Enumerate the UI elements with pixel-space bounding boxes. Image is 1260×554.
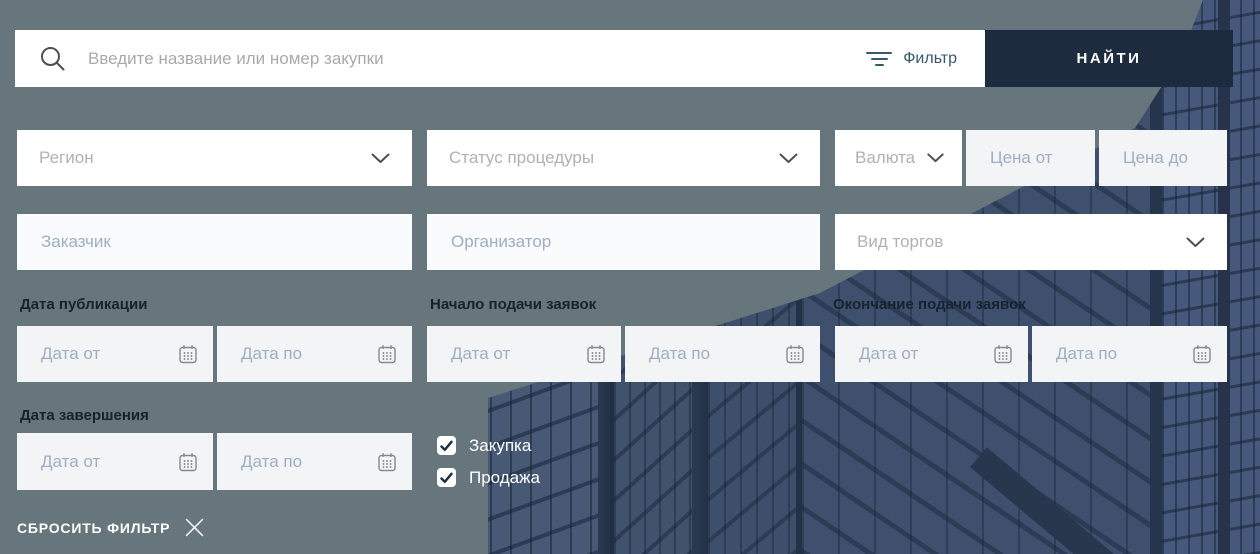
trade-type-select[interactable]: Вид торгов: [835, 214, 1227, 270]
region-select[interactable]: Регион: [17, 130, 412, 186]
chevron-down-icon: [779, 153, 798, 164]
search-submit-button[interactable]: НАЙТИ: [985, 30, 1233, 87]
price-to-wrap: [1099, 130, 1227, 186]
calendar-icon[interactable]: [178, 452, 198, 472]
price-from-input[interactable]: [988, 147, 1073, 169]
completion-date-from-input[interactable]: [39, 451, 154, 473]
check-icon: [440, 472, 453, 484]
purchase-checkbox-row[interactable]: Закупка: [437, 436, 531, 455]
submission-start-to: [625, 326, 820, 382]
completion-date-to-input[interactable]: [239, 451, 354, 473]
customer-input[interactable]: [39, 231, 390, 253]
publication-date-from-input[interactable]: [39, 343, 154, 365]
procurement-search-screen: Фильтр НАЙТИ Регион Статус процедуры Вал…: [0, 0, 1260, 554]
search-bar: Фильтр: [15, 30, 985, 87]
submission-end-from-input[interactable]: [857, 343, 970, 365]
submission-start-to-input[interactable]: [647, 343, 762, 365]
sale-checkbox[interactable]: [437, 468, 456, 487]
sale-checkbox-label: Продажа: [469, 468, 540, 488]
completion-date-from: [17, 433, 213, 490]
purchase-checkbox[interactable]: [437, 436, 456, 455]
calendar-icon[interactable]: [377, 452, 397, 472]
chevron-down-icon: [1186, 237, 1205, 248]
submission-start-from-input[interactable]: [449, 343, 563, 365]
calendar-icon[interactable]: [993, 344, 1013, 364]
organizer-input[interactable]: [449, 231, 798, 253]
submission-end-to-input[interactable]: [1054, 343, 1169, 365]
status-select[interactable]: Статус процедуры: [427, 130, 820, 186]
search-input[interactable]: [86, 48, 866, 70]
calendar-icon[interactable]: [377, 344, 397, 364]
region-select-value: Регион: [39, 148, 94, 168]
purchase-checkbox-label: Закупка: [469, 436, 531, 456]
price-to-input[interactable]: [1121, 147, 1205, 169]
calendar-icon[interactable]: [178, 344, 198, 364]
completion-date-to: [217, 433, 412, 490]
publication-date-from: [17, 326, 213, 382]
close-icon: [184, 517, 205, 538]
sale-checkbox-row[interactable]: Продажа: [437, 468, 540, 487]
submission-end-to: [1032, 326, 1227, 382]
check-icon: [440, 440, 453, 452]
currency-select[interactable]: Валюта: [835, 130, 962, 186]
filter-icon: [866, 52, 892, 66]
submission-end-from: [835, 326, 1028, 382]
status-select-value: Статус процедуры: [449, 148, 594, 168]
submission-start-label: Начало подачи заявок: [430, 296, 596, 313]
completion-date-label: Дата завершения: [20, 407, 149, 424]
price-from-wrap: [966, 130, 1095, 186]
organizer-wrap: [427, 214, 820, 270]
chevron-down-icon: [927, 153, 944, 163]
currency-select-value: Валюта: [855, 148, 915, 168]
search-icon: [39, 45, 66, 72]
customer-wrap: [17, 214, 412, 270]
calendar-icon[interactable]: [586, 344, 606, 364]
publication-date-to: [217, 326, 412, 382]
submission-end-label: Окончание подачи заявок: [833, 296, 1026, 313]
submission-start-from: [427, 326, 621, 382]
filter-toggle-label: Фильтр: [903, 50, 957, 68]
reset-filter-label: СБРОСИТЬ ФИЛЬТР: [17, 520, 170, 536]
reset-filter-button[interactable]: СБРОСИТЬ ФИЛЬТР: [17, 517, 205, 538]
calendar-icon[interactable]: [785, 344, 805, 364]
calendar-icon[interactable]: [1192, 344, 1212, 364]
trade-type-select-value: Вид торгов: [857, 232, 943, 252]
filter-toggle-button[interactable]: Фильтр: [866, 50, 957, 68]
publication-date-label: Дата публикации: [20, 296, 147, 313]
publication-date-to-input[interactable]: [239, 343, 354, 365]
chevron-down-icon: [371, 153, 390, 164]
